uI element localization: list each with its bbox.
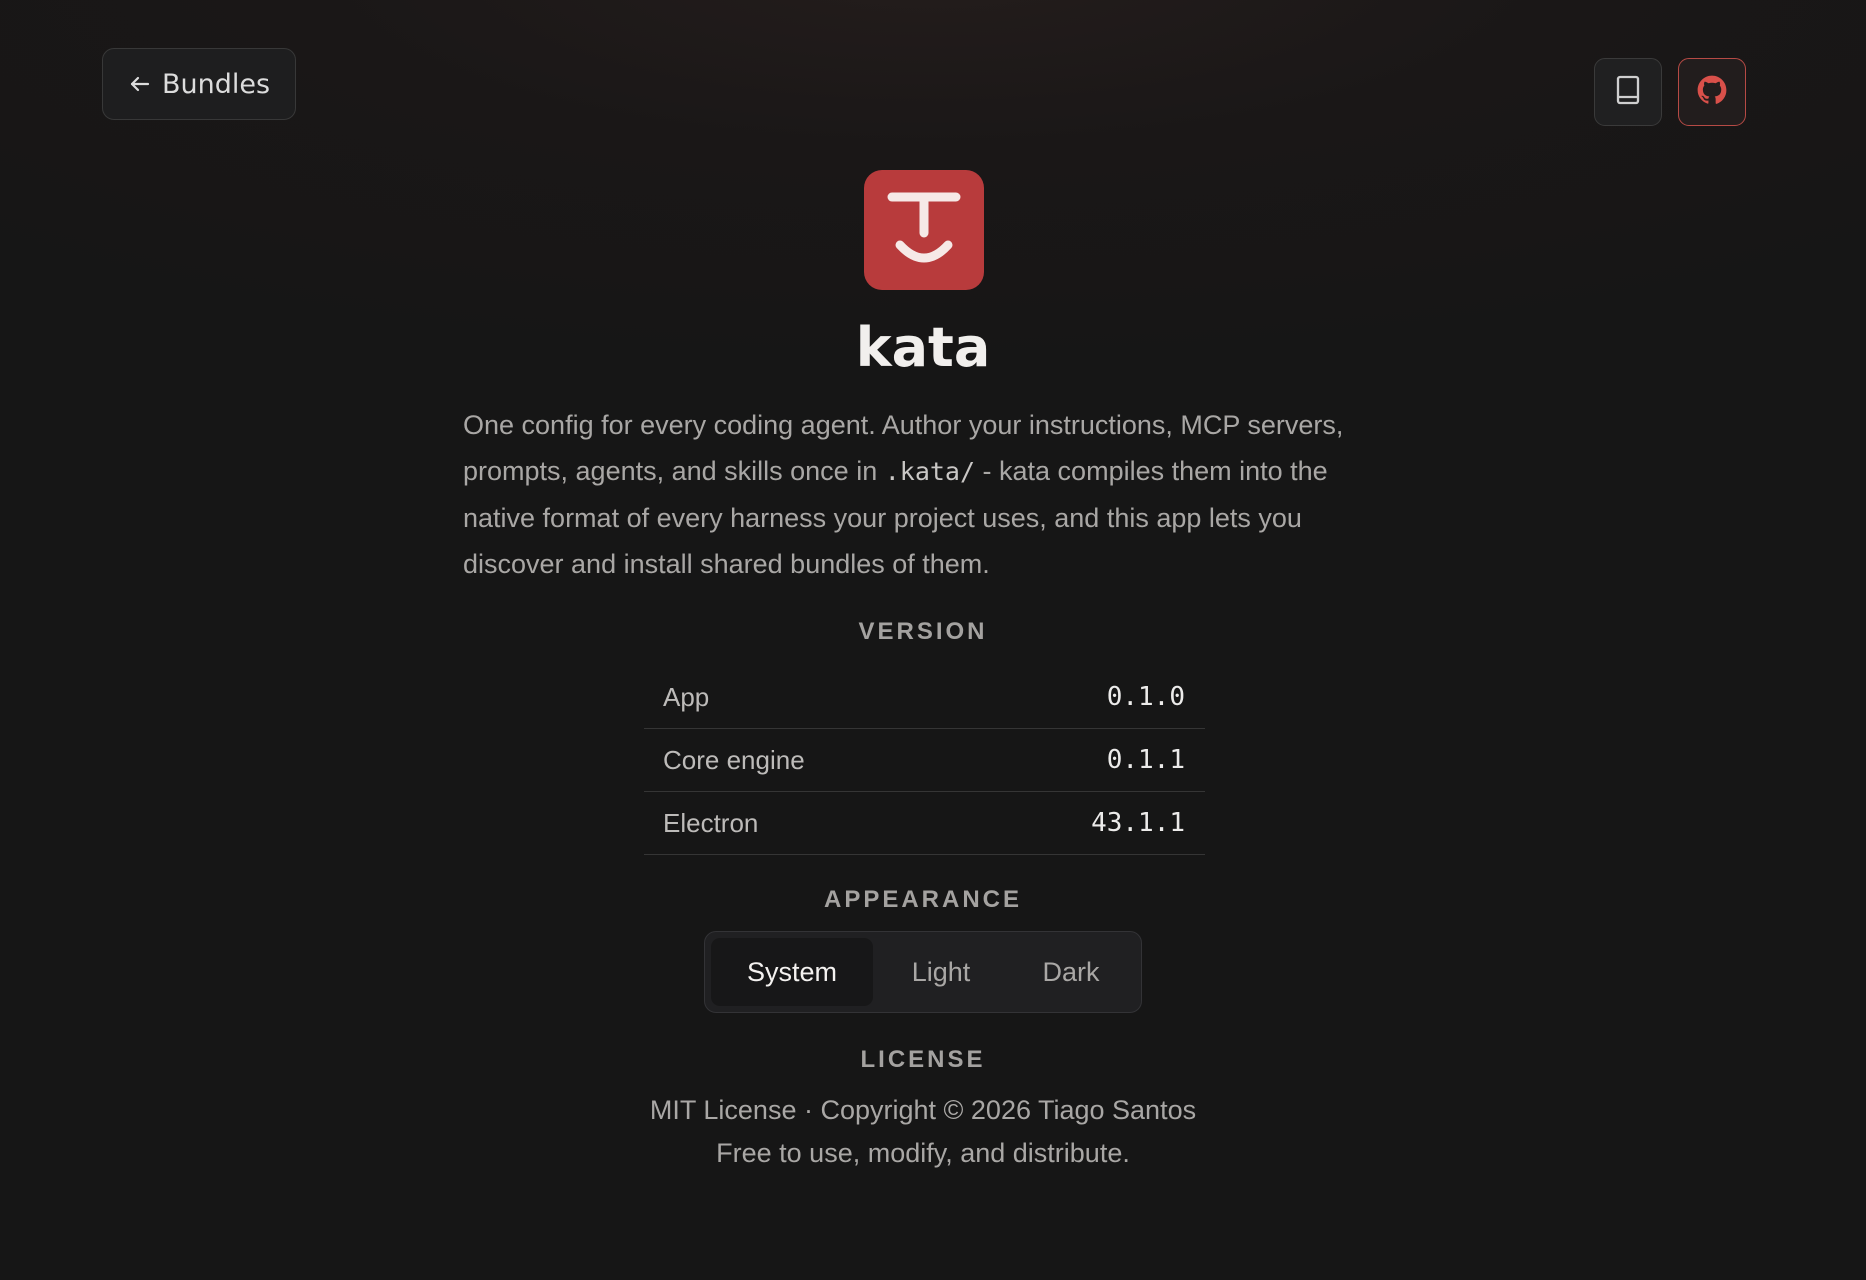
kata-dir-code: .kata/ (884, 457, 976, 486)
version-row-electron: Electron 43.1.1 (644, 792, 1205, 855)
appearance-option-system[interactable]: System (711, 938, 873, 1006)
app-logo (864, 170, 984, 290)
appearance-option-dark[interactable]: Dark (1009, 938, 1133, 1006)
version-table: App 0.1.0 Core engine 0.1.1 Electron 43.… (644, 666, 1205, 855)
version-row-core-engine: Core engine 0.1.1 (644, 729, 1205, 792)
app-name: kata (855, 316, 991, 379)
github-button[interactable] (1678, 58, 1746, 126)
version-key: App (663, 681, 710, 712)
license-heading: LICENSE (860, 1046, 986, 1073)
appearance-heading: APPEARANCE (823, 886, 1023, 913)
back-to-bundles-button[interactable]: Bundles (102, 48, 296, 120)
version-row-app: App 0.1.0 (644, 666, 1205, 729)
docs-button[interactable] (1594, 58, 1662, 126)
version-key: Core engine (663, 744, 805, 775)
license-terms: Free to use, modify, and distribute. (716, 1138, 1130, 1168)
app-description: One config for every coding agent. Autho… (463, 410, 1344, 579)
kata-logo-icon (884, 185, 964, 275)
version-key: Electron (663, 807, 759, 838)
version-value: 43.1.1 (1091, 808, 1185, 838)
version-value: 0.1.0 (1106, 682, 1185, 712)
arrow-left-icon (128, 72, 152, 96)
appearance-toggle: System Light Dark (704, 931, 1142, 1013)
version-value: 0.1.1 (1106, 745, 1185, 775)
version-heading: VERSION (858, 618, 988, 645)
license-text: MIT License · Copyright © 2026 Tiago San… (649, 1095, 1197, 1125)
back-button-label: Bundles (161, 68, 271, 100)
github-icon (1697, 75, 1727, 109)
book-icon (1613, 74, 1643, 110)
appearance-option-light[interactable]: Light (873, 938, 1009, 1006)
